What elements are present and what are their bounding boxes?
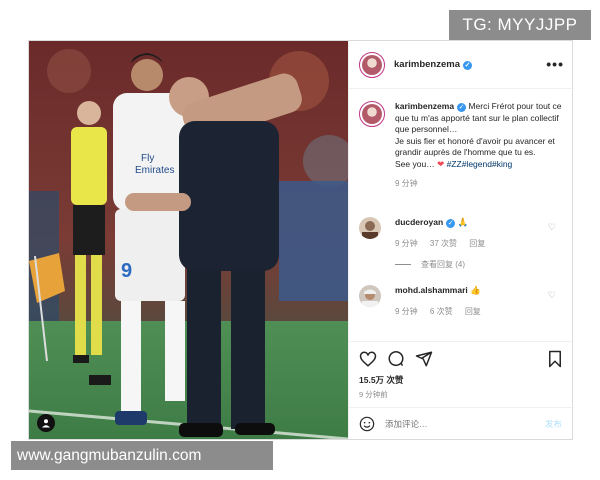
avatar[interactable] bbox=[359, 51, 385, 78]
comment-likes[interactable]: 37 次赞 bbox=[430, 239, 457, 248]
comments-area: karimbenzema ✓ Merci Frérot pour tout ce … bbox=[349, 89, 574, 379]
svg-text:9: 9 bbox=[121, 260, 132, 282]
caption-text: karimbenzema ✓ Merci Frérot pour tout ce … bbox=[395, 101, 564, 170]
screenshot: TG: MYYJJPP 9 Fly Emirates karimbenzema … bbox=[0, 0, 600, 480]
comment-body: mohd.alshammari 👍 bbox=[395, 285, 564, 296]
comment-heart-icon[interactable]: ♡ bbox=[548, 222, 556, 233]
post-comment-button[interactable]: 发布 bbox=[545, 418, 562, 430]
comment-reply-button[interactable]: 回复 bbox=[465, 307, 481, 316]
action-icons bbox=[359, 350, 433, 368]
caption-verified-icon: ✓ bbox=[457, 103, 467, 112]
user-tag-icon[interactable] bbox=[37, 414, 55, 432]
comment-reply-button[interactable]: 回复 bbox=[469, 239, 485, 248]
comment-meta: 9 分钟 6 次赞 回复 bbox=[395, 306, 564, 317]
comment-item: mohd.alshammari 👍 9 分钟 6 次赞 回复 ♡ bbox=[359, 285, 564, 317]
post-header: karimbenzema ✓ ••• bbox=[349, 41, 574, 89]
hashtag-king[interactable]: #king bbox=[492, 159, 512, 169]
caption-line-3: See you… bbox=[395, 158, 435, 169]
watermark-bottom: www.gangmubanzulin.com bbox=[11, 441, 273, 470]
post-side-panel: karimbenzema ✓ ••• karimbenzema ✓ Merci Fr… bbox=[348, 41, 574, 439]
photo-illustration: 9 Fly Emirates bbox=[29, 41, 348, 439]
comment-item: ducderoyan ✓ 🙏 9 分钟 37 次赞 回复 查看回复 (4) ♡ bbox=[359, 217, 564, 270]
comment-time: 9 分钟 bbox=[395, 239, 418, 248]
bookmark-icon[interactable] bbox=[546, 350, 564, 368]
post-actions: 15.5万 次赞 9 分钟前 bbox=[349, 341, 574, 401]
more-icon[interactable]: ••• bbox=[546, 56, 564, 72]
caption-time: 9 分钟 bbox=[395, 179, 418, 188]
hashtag-zz[interactable]: #ZZ bbox=[447, 159, 462, 169]
header-username-text[interactable]: karimbenzema bbox=[394, 59, 460, 70]
header-username[interactable]: karimbenzema ✓ bbox=[394, 59, 473, 70]
hashtag-legend[interactable]: #legend bbox=[462, 159, 492, 169]
comment-username[interactable]: ducderoyan bbox=[395, 217, 443, 227]
comment-likes[interactable]: 6 次赞 bbox=[430, 307, 453, 316]
likes-count[interactable]: 15.5万 次赞 bbox=[359, 374, 403, 386]
comment-avatar[interactable] bbox=[359, 285, 381, 307]
comment-verified-icon: ✓ bbox=[446, 219, 456, 228]
comment-text: 👍 bbox=[470, 285, 481, 295]
watermark-top: TG: MYYJJPP bbox=[449, 10, 591, 40]
caption: karimbenzema ✓ Merci Frérot pour tout ce … bbox=[359, 101, 564, 189]
comment-meta: 9 分钟 37 次赞 回复 bbox=[395, 238, 564, 249]
verified-icon: ✓ bbox=[463, 61, 473, 70]
caption-line-2: Je suis fier et honoré d'avoir pu avance… bbox=[395, 135, 555, 158]
instagram-post: 9 Fly Emirates karimbenzema ✓ ••• karimb… bbox=[28, 40, 574, 440]
caption-avatar[interactable] bbox=[359, 101, 385, 127]
comment-heart-icon[interactable]: ♡ bbox=[548, 290, 556, 301]
view-replies-label[interactable]: 查看回复 (4) bbox=[421, 259, 465, 270]
svg-text:Emirates: Emirates bbox=[135, 165, 174, 176]
heart-emoji: ❤ bbox=[437, 158, 445, 169]
share-icon[interactable] bbox=[415, 350, 433, 368]
comment-username[interactable]: mohd.alshammari bbox=[395, 285, 468, 295]
add-comment-bar: 发布 bbox=[349, 407, 574, 439]
comment-time: 9 分钟 bbox=[395, 307, 418, 316]
add-comment-input[interactable] bbox=[385, 418, 525, 429]
posted-time: 9 分钟前 bbox=[359, 390, 388, 399]
emoji-icon[interactable] bbox=[359, 416, 375, 432]
post-photo[interactable]: 9 Fly Emirates bbox=[29, 41, 348, 439]
comment-body: ducderoyan ✓ 🙏 bbox=[395, 217, 564, 228]
heart-icon[interactable] bbox=[359, 350, 377, 368]
replies-divider bbox=[395, 264, 411, 265]
comment-icon[interactable] bbox=[387, 350, 405, 368]
comment-avatar[interactable] bbox=[359, 217, 381, 239]
comment-text: 🙏 bbox=[457, 217, 469, 227]
svg-text:Fly: Fly bbox=[141, 153, 154, 164]
view-replies[interactable]: 查看回复 (4) bbox=[395, 259, 564, 270]
caption-username[interactable]: karimbenzema bbox=[395, 101, 454, 111]
